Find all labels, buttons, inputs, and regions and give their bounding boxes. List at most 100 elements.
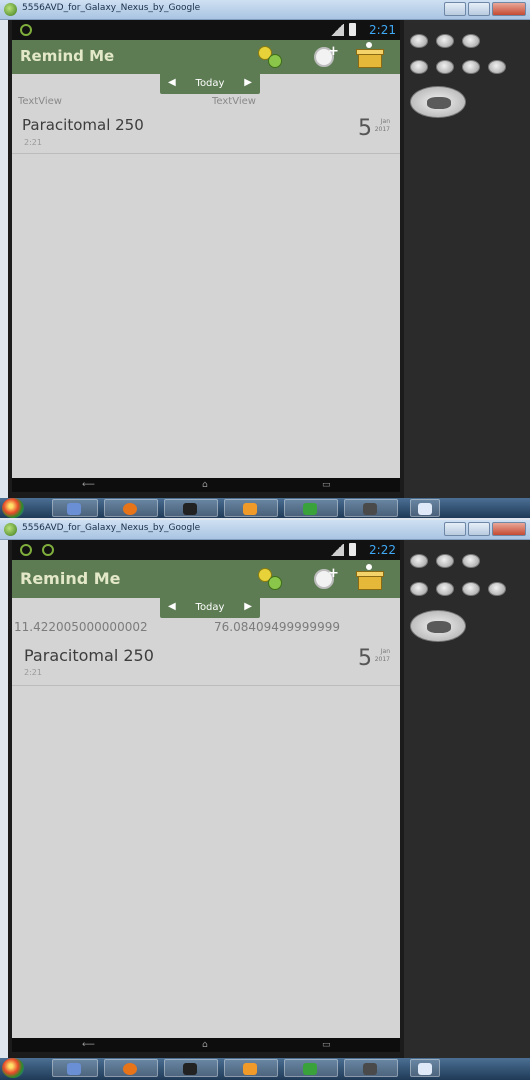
- notepad-icon: [418, 1063, 432, 1075]
- dpad-center-button[interactable]: [427, 621, 451, 633]
- close-button[interactable]: [492, 522, 526, 536]
- signal-icon: [330, 544, 344, 556]
- taskbar-notepad[interactable]: [410, 1059, 440, 1077]
- window-controls: [444, 2, 526, 16]
- taskbar-explorer[interactable]: [52, 499, 98, 517]
- longitude-textview: 76.08409499999999: [214, 620, 340, 634]
- volume-up-button[interactable]: [462, 34, 480, 48]
- emulator-controls-panel: [404, 540, 530, 1058]
- back-hw-button[interactable]: [462, 60, 480, 74]
- firefox-icon: [123, 1063, 137, 1075]
- menu-hw-button[interactable]: [436, 582, 454, 596]
- back-icon[interactable]: ⟵: [82, 1040, 95, 1050]
- app-icon: [303, 1063, 317, 1075]
- add-alarm-button[interactable]: +: [312, 44, 340, 70]
- device-nav-bar: ⟵ ⌂ ▭: [12, 1038, 400, 1052]
- terminal-icon: [183, 503, 197, 515]
- dpad[interactable]: [410, 610, 466, 642]
- home-icon[interactable]: ⌂: [202, 480, 208, 490]
- search-hw-button[interactable]: [488, 582, 506, 596]
- android-icon: [42, 544, 54, 556]
- volume-down-button[interactable]: [436, 34, 454, 48]
- taskbar-app[interactable]: [284, 1059, 338, 1077]
- recents-icon[interactable]: ▭: [322, 480, 331, 490]
- pill-box-button[interactable]: [356, 564, 384, 592]
- screenshot-top: 5556AVD_for_Galaxy_Nexus_by_Google 2:21 …: [0, 0, 530, 520]
- dpad-center-button[interactable]: [427, 97, 451, 109]
- taskbar-firefox[interactable]: [104, 499, 158, 517]
- camera-button[interactable]: [410, 554, 428, 568]
- longitude-textview: TextView: [212, 96, 256, 107]
- signal-icon: [330, 24, 344, 36]
- device-screen: 2:21 Remind Me + ◀ Today ▶ TextView Text…: [12, 20, 400, 478]
- minimize-button[interactable]: [444, 2, 466, 16]
- volume-down-button[interactable]: [436, 554, 454, 568]
- status-time: 2:22: [369, 543, 396, 557]
- emulator-frame: 2:21 Remind Me + ◀ Today ▶ TextView Text…: [8, 20, 530, 498]
- reminder-name: Paracitomal 250: [22, 116, 144, 134]
- camera-button[interactable]: [410, 34, 428, 48]
- right-arrow-icon[interactable]: ▶: [244, 77, 252, 88]
- battery-icon: [349, 23, 356, 36]
- back-icon[interactable]: ⟵: [82, 480, 95, 490]
- right-arrow-icon[interactable]: ▶: [244, 601, 252, 612]
- start-button[interactable]: [2, 498, 24, 518]
- action-bar: Remind Me +: [12, 560, 400, 598]
- maximize-button[interactable]: [468, 522, 490, 536]
- close-button[interactable]: [492, 2, 526, 16]
- volume-up-button[interactable]: [462, 554, 480, 568]
- status-time: 2:21: [369, 23, 396, 37]
- reminder-day: 5: [358, 116, 372, 141]
- dpad[interactable]: [410, 86, 466, 118]
- reminder-list-item[interactable]: Paracitomal 250 2:21 5 Jan 2017: [12, 642, 400, 686]
- taskbar-emulator[interactable]: [344, 1059, 398, 1077]
- maximize-button[interactable]: [468, 2, 490, 16]
- recents-icon[interactable]: ▭: [322, 1040, 331, 1050]
- firefox-icon: [123, 503, 137, 515]
- taskbar-terminal[interactable]: [164, 499, 218, 517]
- emulator-app-icon: [4, 523, 17, 536]
- play-icon: [243, 1063, 257, 1075]
- taskbar-media-player[interactable]: [224, 499, 278, 517]
- app-title: Remind Me: [20, 47, 115, 65]
- menu-hw-button[interactable]: [436, 60, 454, 74]
- pills-icon: [268, 54, 282, 68]
- plus-icon: +: [328, 44, 339, 59]
- window-title: 5556AVD_for_Galaxy_Nexus_by_Google: [22, 523, 201, 533]
- add-pills-button[interactable]: [256, 44, 284, 70]
- window-titlebar[interactable]: 5556AVD_for_Galaxy_Nexus_by_Google: [0, 520, 530, 540]
- pill-box-button[interactable]: [356, 42, 384, 70]
- reminder-year: 2017: [374, 656, 390, 663]
- pills-icon: [268, 576, 282, 590]
- taskbar-notepad[interactable]: [410, 499, 440, 517]
- folder-icon: [67, 503, 81, 515]
- reminder-month: Jan: [380, 118, 390, 125]
- window-controls: [444, 522, 526, 536]
- taskbar-terminal[interactable]: [164, 1059, 218, 1077]
- reminder-list-item[interactable]: Paracitomal 250 2:21 5 Jan 2017: [12, 112, 400, 154]
- reminder-month: Jan: [380, 648, 390, 655]
- emulator-icon: [363, 503, 377, 515]
- emulator-controls-panel: [404, 20, 530, 498]
- taskbar-firefox[interactable]: [104, 1059, 158, 1077]
- folder-icon: [67, 1063, 81, 1075]
- taskbar-app[interactable]: [284, 499, 338, 517]
- add-alarm-button[interactable]: +: [312, 566, 340, 592]
- home-icon[interactable]: ⌂: [202, 1040, 208, 1050]
- status-bar: 2:21: [12, 20, 400, 40]
- window-titlebar[interactable]: 5556AVD_for_Galaxy_Nexus_by_Google: [0, 0, 530, 20]
- taskbar-explorer[interactable]: [52, 1059, 98, 1077]
- reminder-day: 5: [358, 646, 372, 671]
- app-icon: [303, 503, 317, 515]
- reminder-year: 2017: [374, 126, 390, 133]
- home-hw-button[interactable]: [410, 582, 428, 596]
- home-hw-button[interactable]: [410, 60, 428, 74]
- back-hw-button[interactable]: [462, 582, 480, 596]
- search-hw-button[interactable]: [488, 60, 506, 74]
- add-pills-button[interactable]: [256, 566, 284, 592]
- sparkle-icon: [366, 42, 372, 48]
- minimize-button[interactable]: [444, 522, 466, 536]
- start-button[interactable]: [2, 1058, 24, 1078]
- taskbar-emulator[interactable]: [344, 499, 398, 517]
- taskbar-media-player[interactable]: [224, 1059, 278, 1077]
